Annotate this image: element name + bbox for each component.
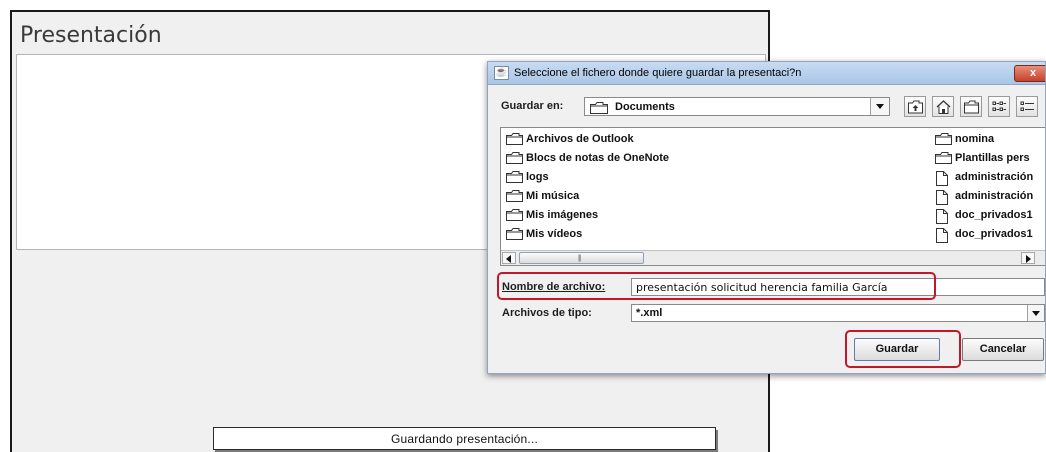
folder-icon (590, 102, 608, 114)
page-title: Presentación (20, 23, 162, 48)
filetype-combo[interactable]: *.xml (631, 304, 1045, 322)
filetype-label: Archivos de tipo: (502, 307, 592, 319)
file-name: Plantillas pers (955, 152, 1030, 164)
close-button[interactable]: x (1014, 65, 1045, 82)
progress-dialog: Guardando presentación... (213, 427, 716, 450)
details-view-button[interactable] (1016, 96, 1038, 117)
folder-icon (506, 228, 523, 240)
grip-icon: ||| (578, 255, 582, 262)
file-icon (936, 190, 948, 205)
folder-icon (935, 133, 952, 145)
new-folder-button[interactable] (960, 96, 982, 117)
scroll-right-icon[interactable] (1021, 252, 1035, 264)
file-name: Mi música (526, 190, 580, 202)
file-list[interactable]: Archivos de Outlook Blocs de notas de On… (500, 127, 1045, 266)
filetype-value: *.xml (636, 307, 663, 319)
folder-icon (506, 209, 523, 221)
chevron-down-icon[interactable] (1027, 305, 1044, 321)
filename-highlight (497, 272, 936, 300)
list-view-button[interactable] (988, 96, 1010, 117)
dialog-titlebar[interactable]: ☕ Seleccione el fichero donde quiere gua… (488, 62, 1045, 85)
file-icon (936, 209, 948, 224)
cancel-button[interactable]: Cancelar (962, 338, 1044, 361)
folder-icon (506, 152, 523, 164)
file-icon (936, 171, 948, 186)
look-in-value: Documents (615, 101, 675, 113)
folder-icon (506, 171, 523, 183)
list-view-icon (992, 101, 1006, 111)
home-button[interactable] (932, 96, 954, 117)
folder-icon (506, 190, 523, 202)
folder-icon (935, 152, 952, 164)
home-icon (936, 100, 951, 114)
scroll-left-icon[interactable] (502, 252, 516, 264)
java-icon: ☕ (494, 66, 509, 80)
file-name: Mis imágenes (526, 209, 599, 221)
look-in-label: Guardar en: (501, 100, 564, 112)
progress-text: Guardando presentación... (390, 432, 539, 446)
file-name: logs (526, 171, 549, 183)
dialog-title: Seleccione el fichero donde quiere guard… (514, 67, 802, 79)
look-in-combo[interactable]: Documents (584, 97, 890, 116)
file-name: administración (955, 190, 1034, 202)
horizontal-scrollbar[interactable]: ||| (501, 250, 1045, 265)
file-name: Blocs de notas de OneNote (526, 152, 670, 164)
save-file-dialog: ☕ Seleccione el fichero donde quiere gua… (487, 61, 1046, 374)
file-name: doc_privados1 (955, 209, 1033, 221)
file-icon (936, 228, 948, 243)
details-view-icon (1020, 101, 1034, 111)
file-name: doc_privados1 (955, 228, 1033, 240)
up-folder-button[interactable] (904, 96, 926, 117)
save-highlight (845, 330, 961, 368)
file-name: Archivos de Outlook (526, 133, 634, 145)
chevron-down-icon[interactable] (870, 98, 889, 115)
folder-icon (506, 133, 523, 145)
new-folder-icon (964, 100, 979, 114)
file-name: nomina (955, 133, 995, 145)
scrollbar-thumb[interactable]: ||| (519, 252, 644, 264)
file-name: administración (955, 171, 1034, 183)
file-name: Mis vídeos (526, 228, 583, 240)
up-folder-icon (908, 100, 923, 114)
